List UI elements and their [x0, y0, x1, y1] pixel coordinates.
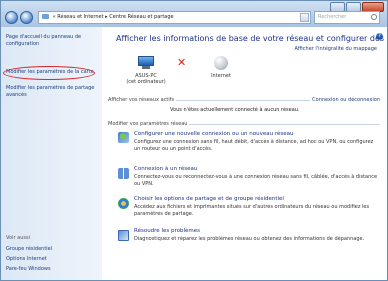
- task-connect-description: Connectez-vous ou reconnectez-vous à une…: [134, 174, 378, 187]
- task-setup-description: Configurez une connexion sans fil, haut …: [134, 139, 374, 152]
- task-setup-connection[interactable]: Configurer une nouvelle connexion ou un …: [134, 131, 294, 137]
- sidebar-item-windows-firewall[interactable]: Pare-feu Windows: [6, 266, 98, 273]
- disconnected-x-icon: ✕: [177, 56, 187, 69]
- control-panel-icon: [42, 14, 49, 19]
- computer-label: ASUS-PC (cet ordinateur): [124, 73, 168, 85]
- new-network-icon: [118, 132, 129, 143]
- left-navigation-pane: Page d'accueil du panneau de configurati…: [1, 27, 102, 280]
- task-sharing-description: Accédez aux fichiers et imprimantes situ…: [134, 204, 370, 217]
- homegroup-icon: [118, 198, 129, 209]
- active-networks-heading: Afficher vos réseaux actifs: [108, 97, 177, 103]
- sidebar-item-advanced-sharing[interactable]: Modifier les paramètres de partage avanc…: [6, 85, 98, 99]
- main-content: ? Afficher les informations de base de v…: [102, 27, 387, 280]
- internet-label: Internet: [211, 73, 231, 79]
- change-settings-heading: Modifier vos paramètres réseau: [108, 121, 190, 127]
- no-network-notice: Vous n'êtes actuellement connecté à aucu…: [170, 107, 300, 113]
- page-title: Afficher les informations de base de vot…: [116, 34, 387, 43]
- computer-icon: [138, 56, 154, 69]
- search-input[interactable]: Rechercher: [314, 11, 380, 24]
- task-troubleshoot[interactable]: Résoudre les problèmes: [134, 228, 200, 234]
- computer-subtitle: (cet ordinateur): [126, 79, 166, 85]
- address-bar[interactable]: « Réseau et Internet ▸ Centre Réseau et …: [38, 11, 311, 24]
- internet-globe-icon: [214, 56, 228, 70]
- breadcrumb-current[interactable]: Centre Réseau et partage: [109, 14, 173, 20]
- title-bar: « Réseau et Internet ▸ Centre Réseau et …: [1, 1, 387, 27]
- breadcrumb-network-internet[interactable]: Réseau et Internet: [57, 14, 103, 20]
- network-sharing-center-window: « Réseau et Internet ▸ Centre Réseau et …: [0, 0, 388, 281]
- task-sharing-options[interactable]: Choisir les options de partage et de gro…: [134, 196, 284, 202]
- search-placeholder: Rechercher: [318, 14, 347, 20]
- highlight-oval: [3, 66, 95, 80]
- task-troubleshoot-description: Diagnostiquez et réparez les problèmes r…: [134, 236, 365, 242]
- refresh-icon[interactable]: [300, 13, 309, 22]
- sidebar-item-homegroup[interactable]: Groupe résidentiel: [6, 246, 98, 253]
- full-map-link[interactable]: Afficher l'intégralité du mappage: [295, 46, 377, 52]
- connect-disconnect-link[interactable]: Connexion ou déconnexion: [310, 97, 380, 103]
- back-button[interactable]: [5, 11, 18, 24]
- sidebar-item-internet-options[interactable]: Options Internet: [6, 256, 98, 263]
- see-also-heading: Voir aussi: [6, 235, 30, 241]
- sidebar-item-control-panel-home[interactable]: Page d'accueil du panneau de configurati…: [6, 34, 98, 48]
- task-connect-network[interactable]: Connexion à un réseau: [134, 166, 197, 172]
- connect-network-icon: [118, 168, 129, 179]
- forward-button[interactable]: [20, 11, 33, 24]
- search-icon: [371, 14, 377, 20]
- troubleshoot-icon: [118, 230, 129, 241]
